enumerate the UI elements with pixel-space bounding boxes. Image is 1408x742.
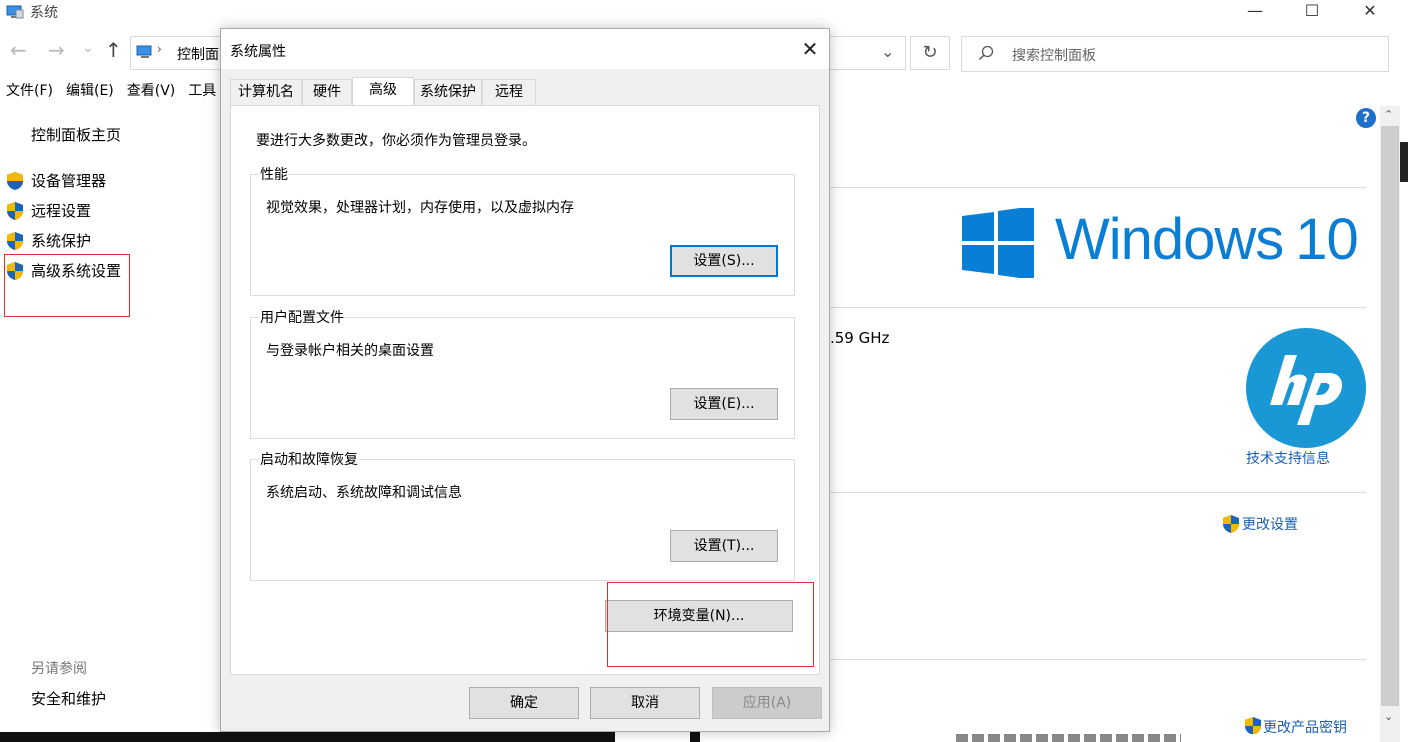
window-title: 系统 bbox=[30, 5, 58, 21]
user-profiles-desc: 与登录帐户相关的桌面设置 bbox=[266, 343, 434, 359]
dialog-title: 系统属性 bbox=[230, 44, 286, 60]
up-icon[interactable]: ↑ bbox=[105, 38, 122, 62]
address-dropdown-icon[interactable]: ⌄ bbox=[881, 42, 894, 61]
user-profiles-title: 用户配置文件 bbox=[259, 307, 345, 327]
divider bbox=[830, 187, 1366, 188]
tab-remote[interactable]: 远程 bbox=[482, 79, 536, 105]
divider bbox=[830, 659, 1366, 660]
shield-icon bbox=[1222, 514, 1240, 538]
startup-recovery-group: 启动和故障恢复 系统启动、系统故障和调试信息 设置(T)... bbox=[250, 449, 795, 581]
tab-advanced[interactable]: 高级 bbox=[352, 77, 414, 105]
system-properties-dialog: 系统属性 ✕ 计算机名 硬件 高级 系统保护 远程 要进行大多数更改，你必须作为… bbox=[220, 28, 830, 732]
menu-edit[interactable]: 编辑(E) bbox=[66, 80, 114, 100]
cutoff-text-fragment bbox=[956, 734, 1181, 742]
sidebar-item-label: 系统保护 bbox=[31, 232, 92, 250]
search-placeholder: 搜索控制面板 bbox=[1012, 48, 1096, 64]
divider bbox=[830, 307, 1366, 308]
scroll-down-icon[interactable]: ⌄ bbox=[1384, 710, 1393, 723]
windows-logo bbox=[962, 206, 1034, 282]
advanced-tab-panel: 要进行大多数更改，你必须作为管理员登录。 性能 视觉效果，处理器计划，内存使用，… bbox=[230, 105, 820, 675]
menu-bar: 文件(F) 编辑(E) 查看(V) 工具 bbox=[0, 80, 230, 106]
admin-notice: 要进行大多数更改，你必须作为管理员登录。 bbox=[256, 133, 536, 149]
startup-recovery-desc: 系统启动、系统故障和调试信息 bbox=[266, 485, 462, 501]
user-profiles-settings-button[interactable]: 设置(E)... bbox=[670, 388, 778, 420]
back-icon[interactable]: ← bbox=[10, 38, 27, 62]
taskbar-fragment bbox=[690, 732, 700, 742]
startup-recovery-settings-button[interactable]: 设置(T)... bbox=[670, 530, 778, 562]
performance-title: 性能 bbox=[259, 164, 289, 184]
highlight-box bbox=[4, 254, 130, 317]
see-also-title: 另请参阅 bbox=[31, 661, 87, 677]
search-input[interactable]: 搜索控制面板 bbox=[961, 36, 1389, 72]
taskbar-fragment bbox=[0, 732, 615, 742]
divider bbox=[830, 492, 1366, 493]
maximize-button[interactable]: ☐ bbox=[1289, 0, 1335, 24]
close-button[interactable]: ✕ bbox=[1347, 0, 1393, 24]
performance-desc: 视觉效果，处理器计划，内存使用，以及虚拟内存 bbox=[266, 200, 574, 216]
tab-hardware[interactable]: 硬件 bbox=[302, 79, 352, 105]
ok-button[interactable]: 确定 bbox=[469, 687, 579, 719]
sidebar-item-label: 远程设置 bbox=[31, 202, 92, 220]
apply-button[interactable]: 应用(A) bbox=[712, 687, 822, 719]
sidebar-item-label: 设备管理器 bbox=[31, 172, 107, 190]
scrollbar-thumb[interactable] bbox=[1381, 126, 1399, 706]
window-titlebar: 系统 — ☐ ✕ bbox=[0, 0, 1408, 24]
dialog-close-button[interactable]: ✕ bbox=[793, 35, 827, 65]
tab-computer-name[interactable]: 计算机名 bbox=[230, 79, 302, 105]
menu-view[interactable]: 查看(V) bbox=[127, 80, 176, 100]
user-profiles-group: 用户配置文件 与登录帐户相关的桌面设置 设置(E)... bbox=[250, 307, 795, 439]
windows-version-text: 10 bbox=[1295, 207, 1359, 272]
security-maintenance-link[interactable]: 安全和维护 bbox=[31, 688, 106, 709]
control-panel-home-link[interactable]: 控制面板主页 bbox=[31, 124, 121, 145]
highlight-box bbox=[607, 582, 814, 667]
shield-icon bbox=[6, 201, 24, 225]
refresh-button[interactable]: ↻ bbox=[910, 36, 950, 70]
change-settings-link[interactable]: 更改设置 bbox=[1242, 514, 1298, 534]
minimize-button[interactable]: — bbox=[1232, 0, 1278, 24]
search-icon bbox=[978, 45, 994, 65]
windows-logo-text: Windows bbox=[1055, 207, 1284, 272]
support-info-link[interactable]: 技术支持信息 bbox=[1246, 448, 1330, 468]
scrollbar[interactable]: ⌃ ⌄ bbox=[1380, 106, 1400, 742]
control-panel-icon bbox=[136, 44, 154, 64]
forward-icon[interactable]: → bbox=[48, 38, 65, 62]
tab-system-protection[interactable]: 系统保护 bbox=[414, 79, 482, 105]
address-text: 控制面 bbox=[177, 47, 219, 63]
computer-icon bbox=[6, 4, 24, 24]
performance-settings-button[interactable]: 设置(S)... bbox=[670, 245, 778, 277]
performance-group: 性能 视觉效果，处理器计划，内存使用，以及虚拟内存 设置(S)... bbox=[250, 164, 795, 296]
windows-wordmark: Windows 10 bbox=[1055, 206, 1359, 273]
menu-tools[interactable]: 工具 bbox=[188, 80, 216, 100]
shield-icon bbox=[6, 171, 24, 195]
help-icon[interactable]: ? bbox=[1356, 108, 1376, 128]
recent-locations-icon[interactable]: ⌄ bbox=[82, 40, 94, 56]
cancel-button[interactable]: 取消 bbox=[590, 687, 700, 719]
menu-file[interactable]: 文件(F) bbox=[6, 80, 53, 100]
bottom-strip bbox=[0, 732, 1408, 742]
cpu-speed-text: .59 GHz bbox=[830, 329, 890, 347]
hp-logo bbox=[1245, 327, 1367, 453]
dialog-titlebar: 系统属性 ✕ bbox=[221, 29, 829, 69]
shield-icon bbox=[6, 231, 24, 255]
breadcrumb-chevron-icon: › bbox=[157, 42, 162, 56]
scroll-up-icon[interactable]: ⌃ bbox=[1384, 108, 1393, 121]
startup-recovery-title: 启动和故障恢复 bbox=[259, 449, 359, 469]
